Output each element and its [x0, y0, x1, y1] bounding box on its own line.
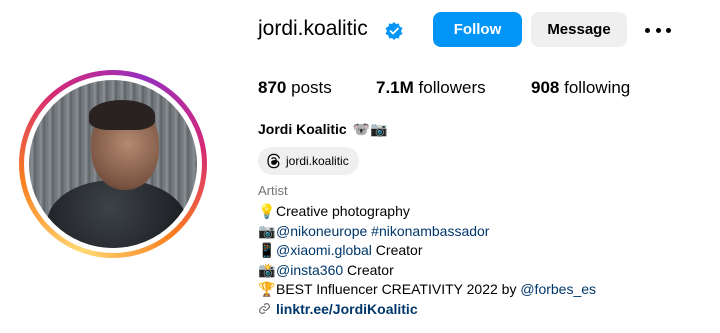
- nikon-mention-link[interactable]: @nikoneurope #nikonambassador: [276, 223, 489, 239]
- bio: 💡Creative photography 📷@nikoneurope #nik…: [258, 202, 596, 319]
- link-icon: [258, 300, 276, 320]
- message-button[interactable]: Message: [531, 12, 627, 47]
- insta360-mention-link[interactable]: @insta360: [276, 262, 343, 278]
- lightbulb-icon: 💡: [258, 203, 276, 219]
- username: jordi.koalitic: [258, 17, 368, 40]
- trophy-icon: 🏆: [258, 281, 276, 297]
- phone-icon: 📱: [258, 242, 276, 258]
- posts-stat[interactable]: 870 posts: [258, 78, 332, 98]
- bio-line: 🏆BEST Influencer CREATIVITY 2022 by @for…: [258, 280, 596, 300]
- camera-icon: 📷: [258, 222, 276, 239]
- avatar-body: [47, 180, 187, 248]
- following-label: following: [564, 78, 631, 97]
- followers-count: 7.1M: [376, 78, 414, 97]
- avatar-gap: [24, 75, 202, 253]
- bio-line: 📷@nikoneurope #nikonambassador: [258, 222, 596, 242]
- avatar: [29, 80, 197, 248]
- avatar-hair: [89, 100, 155, 130]
- threads-link-chip[interactable]: jordi.koalitic: [258, 147, 359, 175]
- followers-label: followers: [418, 78, 486, 97]
- bio-text: BEST Influencer CREATIVITY 2022 by: [276, 281, 521, 297]
- profile-avatar-ring[interactable]: [19, 70, 207, 258]
- posts-count: 870: [258, 78, 287, 97]
- bio-line: 📸@insta360 Creator: [258, 261, 596, 281]
- full-name: Jordi Koalitic 🐨📷: [258, 121, 387, 138]
- following-stat[interactable]: 908 following: [531, 78, 630, 98]
- bio-line: 💡Creative photography: [258, 202, 596, 222]
- bio-line: 📱@xiaomi.global Creator: [258, 241, 596, 261]
- followers-stat[interactable]: 7.1M followers: [376, 78, 486, 98]
- xiaomi-mention-link[interactable]: @xiaomi.global: [276, 242, 372, 258]
- follow-button[interactable]: Follow: [433, 12, 522, 47]
- bio-text: Creator: [343, 261, 394, 278]
- verified-badge-icon: [385, 22, 403, 40]
- more-options-icon[interactable]: [645, 18, 671, 42]
- external-link[interactable]: linktr.ee/JordiKoalitic: [258, 300, 596, 320]
- threads-icon: [267, 153, 280, 169]
- bio-text: Creative photography: [276, 203, 410, 219]
- following-count: 908: [531, 78, 560, 97]
- posts-label: posts: [291, 78, 332, 97]
- camera-flash-icon: 📸: [258, 261, 276, 278]
- name-emoji: 🐨📷: [352, 121, 388, 137]
- dot: [666, 27, 671, 33]
- forbes-mention-link[interactable]: @forbes_es: [520, 281, 596, 297]
- dot: [645, 27, 650, 33]
- full-name-text: Jordi Koalitic: [258, 121, 347, 137]
- profile-category: Artist: [258, 183, 288, 198]
- threads-handle: jordi.koalitic: [286, 154, 349, 168]
- bio-text: Creator: [371, 242, 423, 258]
- dot: [655, 27, 661, 33]
- link-text[interactable]: linktr.ee/JordiKoalitic: [276, 301, 418, 317]
